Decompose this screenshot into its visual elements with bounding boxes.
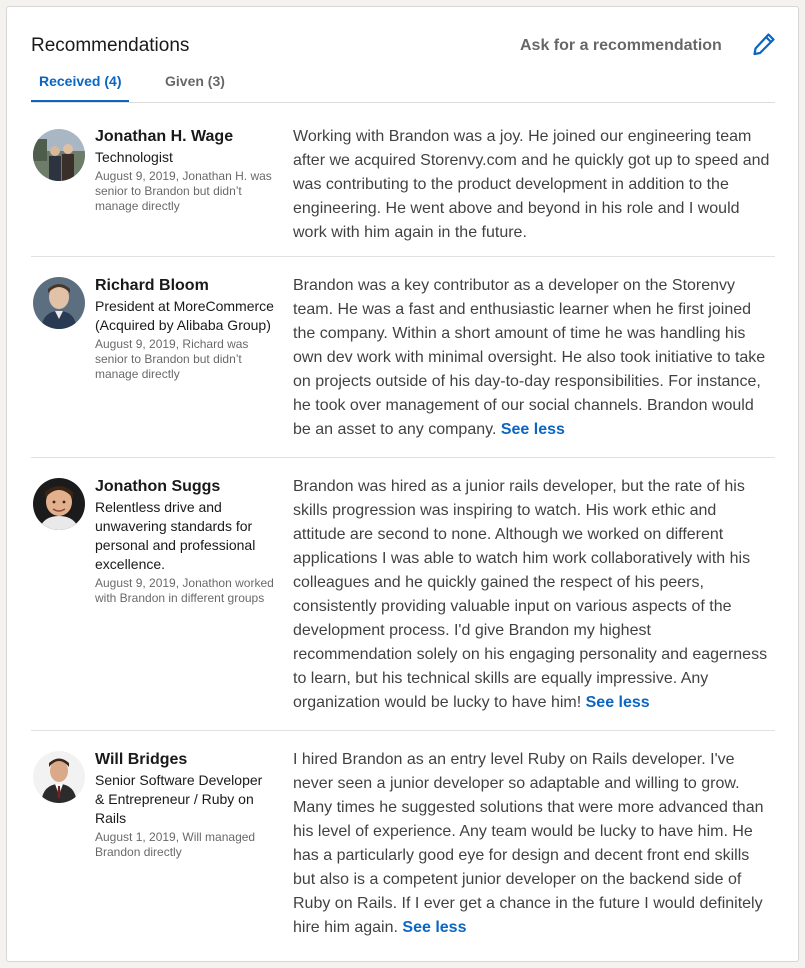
- recommendation-meta: August 1, 2019, Will managed Brandon dir…: [95, 830, 256, 859]
- recommendation-meta: August 9, 2019, Jonathon worked with Bra…: [95, 576, 274, 605]
- recommendation-item: Jonathon Suggs Relentless drive and unwa…: [31, 458, 775, 731]
- recommendation-body: Working with Brandon was a joy. He joine…: [293, 128, 770, 241]
- recommendation-item: Richard Bloom President at MoreCommerce …: [31, 257, 775, 458]
- recommender-headline: Technologist: [95, 149, 173, 165]
- recommender-info: Jonathon Suggs Relentless drive and unwa…: [95, 476, 275, 606]
- recommender-name[interactable]: Richard Bloom: [95, 275, 275, 296]
- recommendation-body: I hired Brandon as an entry level Ruby o…: [293, 751, 764, 936]
- recommendation-item: Jonathan H. Wage Technologist August 9, …: [31, 104, 775, 257]
- see-less-link[interactable]: See less: [501, 421, 565, 438]
- recommendations-card: Recommendations Ask for a recommendation…: [6, 6, 799, 962]
- recommendation-text: Working with Brandon was a joy. He joine…: [293, 125, 771, 245]
- avatar[interactable]: [33, 277, 85, 329]
- pencil-icon[interactable]: [751, 31, 777, 57]
- recommendation-body: Brandon was a key contributor as a devel…: [293, 277, 766, 438]
- ask-recommendation-button[interactable]: Ask for a recommendation: [520, 37, 722, 55]
- recommendation-item: Will Bridges Senior Software Developer &…: [31, 731, 775, 956]
- recommender-info: Jonathan H. Wage Technologist August 9, …: [95, 126, 275, 214]
- avatar[interactable]: [33, 478, 85, 530]
- recommender-name[interactable]: Jonathon Suggs: [95, 476, 275, 497]
- recommender-headline: President at MoreCommerce (Acquired by A…: [95, 298, 274, 333]
- tab-given[interactable]: Given (3): [165, 73, 225, 100]
- recommender-name[interactable]: Jonathan H. Wage: [95, 126, 275, 147]
- recommender-info: Will Bridges Senior Software Developer &…: [95, 749, 275, 860]
- recommender-headline: Relentless drive and unwavering standard…: [95, 499, 256, 572]
- tab-received[interactable]: Received (4): [31, 73, 130, 102]
- avatar[interactable]: [33, 129, 85, 181]
- recommendation-meta: August 9, 2019, Richard was senior to Br…: [95, 337, 249, 381]
- recommender-info: Richard Bloom President at MoreCommerce …: [95, 275, 275, 382]
- recommender-headline: Senior Software Developer & Entrepreneur…: [95, 772, 263, 826]
- avatar[interactable]: [33, 751, 85, 803]
- recommendation-tabs: Received (4) Given (3): [31, 69, 775, 103]
- recommendation-list: Jonathan H. Wage Technologist August 9, …: [31, 104, 775, 956]
- recommender-name[interactable]: Will Bridges: [95, 749, 275, 770]
- section-title: Recommendations: [31, 35, 190, 56]
- see-less-link[interactable]: See less: [402, 919, 466, 936]
- see-less-link[interactable]: See less: [586, 694, 650, 711]
- recommendation-text: Brandon was a key contributor as a devel…: [293, 274, 771, 442]
- recommendation-text: I hired Brandon as an entry level Ruby o…: [293, 748, 771, 940]
- recommendation-meta: August 9, 2019, Jonathan H. was senior t…: [95, 169, 272, 213]
- recommendation-body: Brandon was hired as a junior rails deve…: [293, 478, 768, 711]
- recommendation-text: Brandon was hired as a junior rails deve…: [293, 475, 771, 715]
